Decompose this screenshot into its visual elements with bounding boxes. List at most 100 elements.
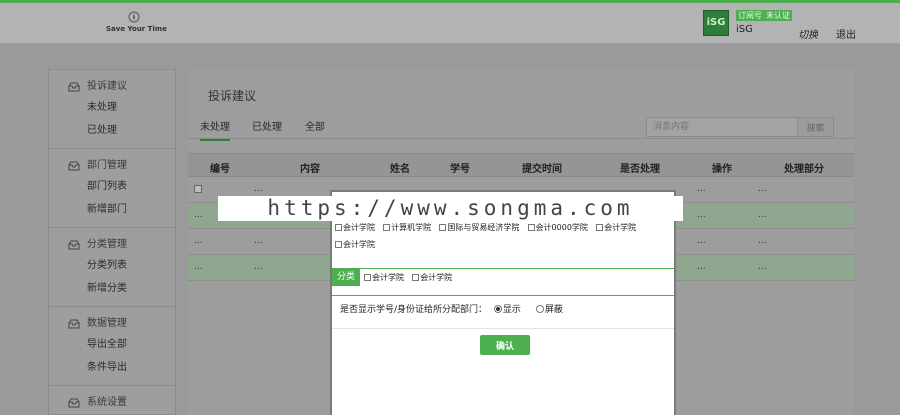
table-cell: ... xyxy=(758,184,767,194)
inbox-icon xyxy=(68,161,80,171)
hide-radio[interactable] xyxy=(535,305,544,313)
sidebar-item-unprocessed[interactable]: 未处理 xyxy=(49,96,175,119)
logout-link[interactable]: 退出 xyxy=(836,26,856,41)
sidebar-group-header[interactable]: 部门管理 xyxy=(49,157,175,175)
table-cell: ... xyxy=(254,262,263,272)
sidebar-group-categories: 分类管理 分类列表 新增分类 xyxy=(49,228,175,307)
confirm-button[interactable]: 确认 xyxy=(480,335,530,355)
sidebar-item-department-list[interactable]: 部门列表 xyxy=(49,175,175,198)
username: iSG xyxy=(736,24,753,35)
account-type-badge: 订阅号 xyxy=(736,10,764,21)
search-box: 搜索 xyxy=(646,117,834,137)
department-option[interactable]: 会计0000学院 xyxy=(527,222,588,233)
table-cell: ... xyxy=(254,184,263,194)
table-cell: ... xyxy=(194,210,203,220)
switch-account-link[interactable]: 切换 xyxy=(798,26,818,41)
search-input[interactable] xyxy=(647,118,797,136)
checkbox[interactable] xyxy=(596,224,604,231)
column-header-content: 内容 xyxy=(300,164,320,175)
table-cell: ... xyxy=(758,236,767,246)
sidebar-group-data: 数据管理 导出全部 条件导出 xyxy=(49,307,175,386)
assign-department-modal: 会计学院 计算机学院 国际与贸易经济学院 会计0000学院 会计学院 会计学院 … xyxy=(330,190,676,415)
column-header-student-id: 学号 xyxy=(450,164,470,175)
department-option[interactable]: 会计学院 xyxy=(335,239,375,250)
sidebar-group-settings: 系统设置 xyxy=(49,386,175,415)
table-cell[interactable]: ... xyxy=(697,262,706,272)
checkbox[interactable] xyxy=(383,224,391,231)
logo[interactable]: Save Your Time xyxy=(106,11,167,33)
checkbox[interactable] xyxy=(439,224,447,231)
sidebar-item-add-category[interactable]: 新增分类 xyxy=(49,277,175,300)
modal-divider xyxy=(332,328,674,329)
table-cell: ... xyxy=(758,262,767,272)
sidebar-group-departments: 部门管理 部门列表 新增部门 xyxy=(49,149,175,228)
page-title: 投诉建议 xyxy=(208,89,257,103)
category-row: 分类 会计学院 会计学院 xyxy=(332,268,674,296)
table-cell[interactable]: ... xyxy=(697,236,706,246)
category-option[interactable]: 会计学院 xyxy=(412,272,452,283)
show-radio-label[interactable]: 显示 xyxy=(503,305,521,315)
table-cell: ... xyxy=(758,210,767,220)
verification-badge: 未认证 xyxy=(764,10,792,21)
column-header-id: 编号 xyxy=(210,164,230,175)
sidebar-group-header[interactable]: 数据管理 xyxy=(49,315,175,333)
sidebar-item-category-list[interactable]: 分类列表 xyxy=(49,254,175,277)
show-id-setting: 是否显示学号/身份证给所分配部门： 显示 屏蔽 xyxy=(340,302,563,315)
logo-text: Save Your Time xyxy=(106,25,167,33)
column-header-department: 处理部分 xyxy=(784,164,824,175)
category-label: 分类 xyxy=(332,269,361,286)
hide-radio-label[interactable]: 屏蔽 xyxy=(545,305,563,315)
department-option[interactable]: 国际与贸易经济学院 xyxy=(439,222,519,233)
checkbox[interactable] xyxy=(527,224,535,231)
tab-processed[interactable]: 已处理 xyxy=(252,118,282,139)
table-cell[interactable]: ... xyxy=(697,184,706,194)
search-button[interactable]: 搜索 xyxy=(797,118,833,136)
table-header: 编号 内容 姓名 学号 提交时间 是否处理 操作 处理部分 xyxy=(188,153,854,177)
category-option[interactable]: 会计学院 xyxy=(364,272,404,283)
checkbox[interactable] xyxy=(335,224,342,231)
sidebar-item-export-all[interactable]: 导出全部 xyxy=(49,333,175,356)
sidebar-group-header[interactable]: 投诉建议 xyxy=(49,78,175,96)
checkbox[interactable] xyxy=(335,241,342,248)
sidebar-group-title: 系统设置 xyxy=(87,397,127,408)
sidebar-group-header[interactable]: 分类管理 xyxy=(49,236,175,254)
department-option[interactable]: 会计学院 xyxy=(596,222,636,233)
category-options: 会计学院 会计学院 xyxy=(364,272,457,289)
column-header-actions: 操作 xyxy=(712,164,732,175)
department-option[interactable]: 计算机学院 xyxy=(383,222,431,233)
department-options: 会计学院 计算机学院 国际与贸易经济学院 会计0000学院 会计学院 会计学院 xyxy=(335,222,673,256)
sidebar-group-title: 投诉建议 xyxy=(87,81,127,92)
inbox-icon xyxy=(68,319,80,329)
inbox-icon xyxy=(68,240,80,250)
column-header-name: 姓名 xyxy=(390,164,410,175)
sidebar: 投诉建议 未处理 已处理 部门管理 部门列表 新增部门 分类管理 分类列表 新增… xyxy=(48,69,176,415)
inbox-icon xyxy=(68,398,80,408)
checkbox[interactable] xyxy=(412,274,420,281)
table-cell: ... xyxy=(254,236,263,246)
column-header-processed: 是否处理 xyxy=(620,164,660,175)
tab-all[interactable]: 全部 xyxy=(305,118,325,139)
show-radio[interactable] xyxy=(493,305,502,313)
sidebar-group-title: 数据管理 xyxy=(87,318,127,329)
sidebar-group-title: 部门管理 xyxy=(87,160,127,171)
row-checkbox[interactable] xyxy=(194,185,202,193)
table-cell: ... xyxy=(194,262,203,272)
table-cell: ... xyxy=(194,236,203,246)
table-cell[interactable]: ... xyxy=(697,210,706,220)
sidebar-item-processed[interactable]: 已处理 xyxy=(49,119,175,142)
sidebar-group-header[interactable]: 系统设置 xyxy=(49,394,175,412)
app-header: Save Your Time iSG 订阅号 未认证 iSG 切换 退出 xyxy=(0,3,900,44)
column-header-submit-time: 提交时间 xyxy=(522,164,562,175)
inbox-icon xyxy=(68,82,80,92)
sidebar-group-title: 分类管理 xyxy=(87,239,127,250)
avatar[interactable]: iSG xyxy=(703,10,729,36)
sidebar-item-conditional-export[interactable]: 条件导出 xyxy=(49,356,175,379)
sidebar-group-complaints: 投诉建议 未处理 已处理 xyxy=(49,70,175,149)
watermark: https://www.songma.com xyxy=(218,196,683,221)
show-id-question: 是否显示学号/身份证给所分配部门： xyxy=(340,305,488,315)
sidebar-item-add-department[interactable]: 新增部门 xyxy=(49,198,175,221)
checkbox[interactable] xyxy=(364,274,371,281)
compass-icon xyxy=(128,11,140,23)
tab-unprocessed[interactable]: 未处理 xyxy=(200,118,230,141)
department-option[interactable]: 会计学院 xyxy=(335,222,375,233)
